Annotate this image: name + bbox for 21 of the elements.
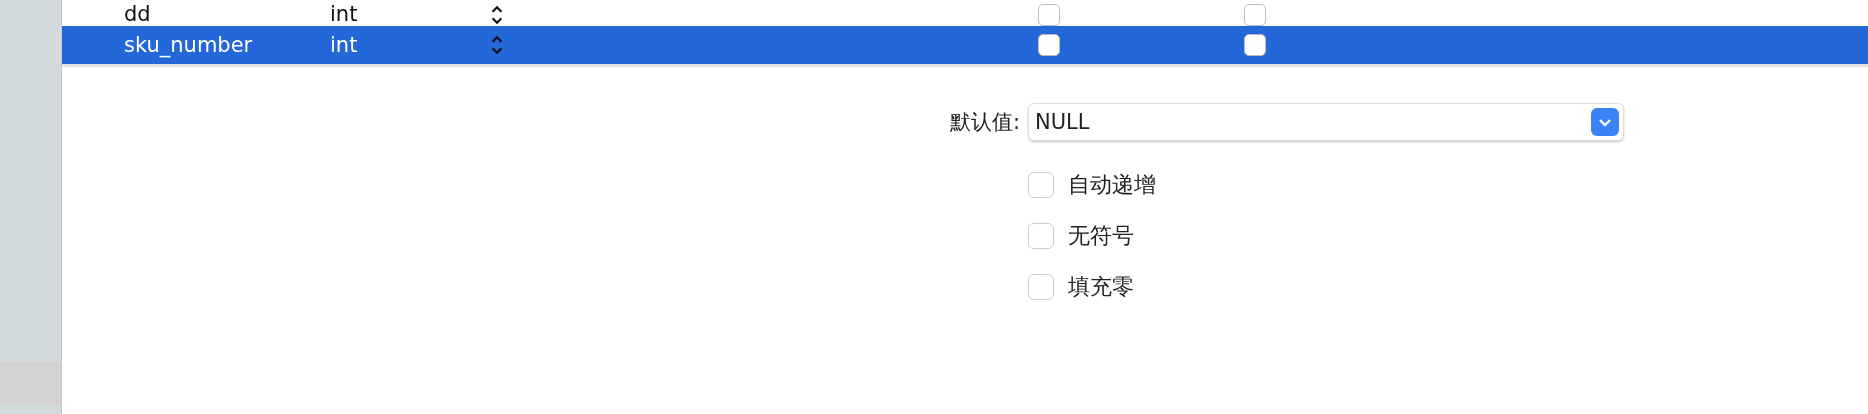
checkbox[interactable] <box>1038 4 1060 26</box>
checkbox[interactable] <box>1244 4 1266 26</box>
column-name: dd <box>124 2 152 26</box>
checkbox-label: 无符号 <box>1068 221 1134 250</box>
checkbox[interactable] <box>1028 222 1054 249</box>
table-row[interactable]: dd int <box>62 0 1868 26</box>
checkbox-label: 填充零 <box>1068 272 1134 301</box>
column-type: int <box>330 33 359 57</box>
checkbox[interactable] <box>1028 171 1054 198</box>
checkbox-label: 自动递增 <box>1068 170 1156 199</box>
table-row[interactable]: sku_number int <box>62 26 1868 64</box>
checkbox[interactable] <box>1028 273 1054 300</box>
sidebar-item[interactable] <box>0 362 61 405</box>
checkbox[interactable] <box>1038 34 1060 56</box>
column-type: int <box>330 2 359 26</box>
default-value-label: 默认值: <box>948 109 1020 136</box>
chevron-down-icon <box>1591 108 1619 136</box>
checkbox[interactable] <box>1244 34 1266 56</box>
default-value-dropdown[interactable]: NULL <box>1028 103 1624 141</box>
stepper-icon[interactable] <box>490 4 504 26</box>
column-name: sku_number <box>124 33 254 57</box>
